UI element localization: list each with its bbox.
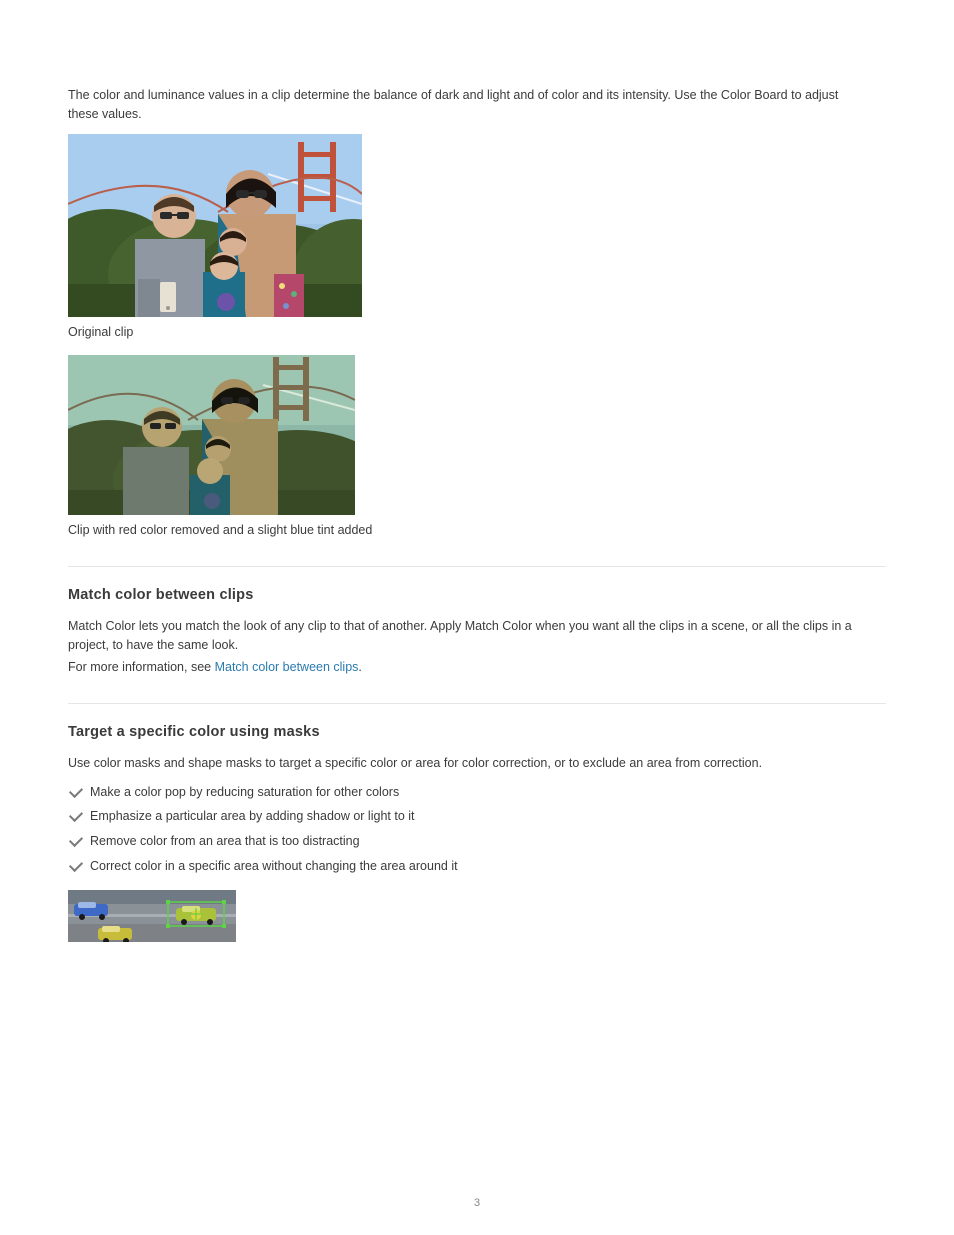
target-list: Make a color pop by reducing saturation … xyxy=(68,783,886,876)
photo-original: Family selfie in front of the Golden Gat… xyxy=(68,134,362,317)
match-note-text: For more information, see xyxy=(68,660,215,674)
match-note-period: . xyxy=(358,660,361,674)
target-intro: Use color masks and shape masks to targe… xyxy=(68,754,878,773)
list-item: Remove color from an area that is too di… xyxy=(68,832,886,851)
photo-tinted: Same photo with reds removed and a blue-… xyxy=(68,355,355,515)
intro-paragraph: The color and luminance values in a clip… xyxy=(68,86,848,124)
list-item: Emphasize a particular area by adding sh… xyxy=(68,807,886,826)
list-item: Correct color in a specific area without… xyxy=(68,857,886,876)
caption-original: Original clip xyxy=(68,323,886,342)
photo-racecars: Race cars on a track with a green tracki… xyxy=(68,890,236,942)
match-color-link[interactable]: Match color between clips xyxy=(215,660,359,674)
divider xyxy=(68,566,886,567)
caption-tinted: Clip with red color removed and a slight… xyxy=(68,521,886,540)
heading-target-color: Target a specific color using masks xyxy=(68,722,886,744)
figure-tinted: Same photo with reds removed and a blue-… xyxy=(68,355,886,515)
match-intro: Match Color lets you match the look of a… xyxy=(68,617,878,655)
figure-racecars: Race cars on a track with a green tracki… xyxy=(68,890,886,942)
heading-match-color: Match color between clips xyxy=(68,585,886,607)
list-item: Make a color pop by reducing saturation … xyxy=(68,783,886,802)
page-number: 3 xyxy=(0,1195,954,1212)
figure-original: Family selfie in front of the Golden Gat… xyxy=(68,134,886,317)
match-note: For more information, see Match color be… xyxy=(68,658,878,677)
page: The color and luminance values in a clip… xyxy=(0,0,954,1235)
divider xyxy=(68,703,886,704)
